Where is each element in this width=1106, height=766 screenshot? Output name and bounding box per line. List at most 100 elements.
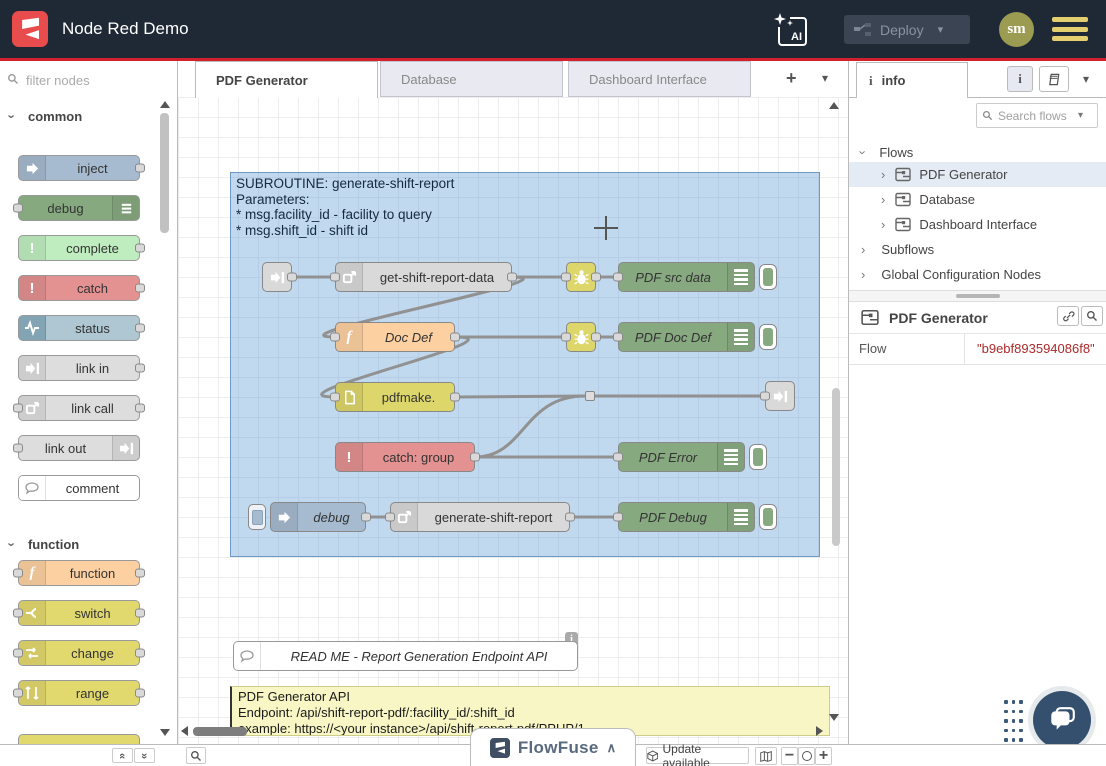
palette-node-comment[interactable]: comment bbox=[18, 475, 140, 501]
output-port[interactable] bbox=[361, 513, 371, 522]
palette-scrollbar-thumb[interactable] bbox=[160, 113, 169, 233]
palette-node-link-out[interactable]: link out bbox=[18, 435, 140, 461]
debug-toggle-button[interactable] bbox=[759, 264, 777, 290]
flow-canvas[interactable]: SUBROUTINE: generate-shift-report Parame… bbox=[178, 97, 848, 744]
palette-node-link-in[interactable]: link in bbox=[18, 355, 140, 381]
input-port[interactable] bbox=[13, 444, 23, 453]
node-generate-shift-report[interactable]: generate-shift-report bbox=[390, 502, 570, 532]
output-port[interactable] bbox=[565, 513, 575, 522]
search-flows-input[interactable] bbox=[996, 108, 1078, 124]
output-port[interactable] bbox=[591, 273, 601, 282]
collapsed-chevron-icon[interactable]: › bbox=[881, 167, 885, 182]
deploy-button[interactable]: Deploy ▾ bbox=[844, 15, 970, 44]
output-port[interactable] bbox=[135, 404, 145, 413]
search-flows-box[interactable]: ▾ bbox=[976, 103, 1098, 128]
tab-dashboard-interface[interactable]: Dashboard Interface bbox=[568, 61, 751, 97]
node-link-out[interactable] bbox=[765, 381, 795, 411]
help-book-button[interactable] bbox=[1039, 66, 1069, 92]
canvas-scroll-down-icon[interactable] bbox=[829, 714, 839, 721]
palette-scroll-up-icon[interactable] bbox=[160, 101, 170, 108]
info-panel-button[interactable]: i bbox=[1007, 66, 1033, 92]
palette-section-common[interactable]: › common bbox=[10, 109, 82, 124]
node-catch-group[interactable]: ! catch: group bbox=[335, 442, 475, 472]
palette-expand-all-button[interactable]: » bbox=[134, 748, 155, 763]
palette-node-debug[interactable]: debug bbox=[18, 195, 140, 221]
find-flow-button[interactable] bbox=[1081, 306, 1103, 326]
input-port[interactable] bbox=[13, 689, 23, 698]
debug-toggle-button[interactable] bbox=[759, 324, 777, 350]
collapsed-chevron-icon[interactable]: › bbox=[861, 267, 865, 282]
copy-link-button[interactable] bbox=[1057, 306, 1079, 326]
canvas-search-button[interactable] bbox=[186, 747, 206, 764]
output-port[interactable] bbox=[135, 364, 145, 373]
tree-item-dashboard-interface[interactable]: › Dashboard Interface bbox=[849, 212, 1106, 237]
input-port[interactable] bbox=[561, 273, 571, 282]
node-pdf-doc-def[interactable]: PDF Doc Def bbox=[618, 322, 755, 352]
canvas-scroll-up-icon[interactable] bbox=[829, 102, 839, 109]
tree-subflows[interactable]: › Subflows bbox=[849, 237, 1106, 262]
output-port[interactable] bbox=[135, 164, 145, 173]
node-get-shift-report-data[interactable]: get-shift-report-data bbox=[335, 262, 512, 292]
output-port[interactable] bbox=[135, 649, 145, 658]
output-port[interactable] bbox=[135, 609, 145, 618]
filter-nodes-input[interactable] bbox=[24, 67, 168, 93]
deploy-caret-icon[interactable]: ▾ bbox=[938, 23, 944, 36]
input-port[interactable] bbox=[613, 333, 623, 342]
input-port[interactable] bbox=[613, 273, 623, 282]
palette-node-clipped[interactable] bbox=[18, 734, 140, 744]
expanded-chevron-icon[interactable]: › bbox=[856, 150, 871, 154]
node-debug-bug-1[interactable] bbox=[566, 262, 596, 292]
palette-node-status[interactable]: status bbox=[18, 315, 140, 341]
input-port[interactable] bbox=[561, 333, 571, 342]
tab-pdf-generator[interactable]: PDF Generator bbox=[195, 61, 378, 98]
node-pdf-error[interactable]: PDF Error bbox=[618, 442, 745, 472]
output-port[interactable] bbox=[450, 393, 460, 402]
tree-global-configuration[interactable]: › Global Configuration Nodes bbox=[849, 262, 1106, 287]
ai-assistant-button[interactable]: AI bbox=[776, 15, 806, 45]
palette-node-change[interactable]: change bbox=[18, 640, 140, 666]
collapsed-chevron-icon[interactable]: › bbox=[861, 242, 865, 257]
output-port[interactable] bbox=[135, 244, 145, 253]
user-avatar[interactable]: sm bbox=[999, 12, 1034, 47]
flowfuse-drawer-button[interactable]: FlowFuse ∧ bbox=[470, 728, 636, 766]
input-port[interactable] bbox=[330, 333, 340, 342]
chat-widget-button[interactable] bbox=[1033, 691, 1091, 749]
sidebar-tabs-caret[interactable]: ▾ bbox=[1083, 72, 1089, 86]
palette-node-link-call[interactable]: link call bbox=[18, 395, 140, 421]
collapsed-chevron-icon[interactable]: › bbox=[881, 217, 885, 232]
update-available-button[interactable]: Update available bbox=[646, 747, 749, 764]
node-doc-def[interactable]: f Doc Def bbox=[335, 322, 455, 352]
palette-node-complete[interactable]: ! complete bbox=[18, 235, 140, 261]
output-port[interactable] bbox=[135, 284, 145, 293]
sidebar-splitter[interactable] bbox=[849, 290, 1106, 302]
debug-toggle-button[interactable] bbox=[749, 444, 767, 470]
palette-collapse-all-button[interactable]: « bbox=[112, 748, 133, 763]
zoom-reset-button[interactable] bbox=[798, 747, 815, 765]
output-port[interactable] bbox=[135, 324, 145, 333]
input-port[interactable] bbox=[13, 569, 23, 578]
tree-item-pdf-generator[interactable]: › PDF Generator bbox=[849, 162, 1106, 187]
tab-database[interactable]: Database bbox=[380, 61, 563, 97]
palette-node-switch[interactable]: switch bbox=[18, 600, 140, 626]
node-inject-debug[interactable]: debug bbox=[270, 502, 366, 532]
input-port[interactable] bbox=[13, 204, 23, 213]
collapsed-chevron-icon[interactable]: › bbox=[881, 192, 885, 207]
input-port[interactable] bbox=[385, 513, 395, 522]
input-port[interactable] bbox=[13, 404, 23, 413]
input-port[interactable] bbox=[613, 453, 623, 462]
node-pdf-debug[interactable]: PDF Debug bbox=[618, 502, 755, 532]
canvas-scroll-right-icon[interactable] bbox=[816, 726, 823, 736]
input-port[interactable] bbox=[13, 609, 23, 618]
zoom-out-button[interactable]: − bbox=[781, 747, 798, 765]
input-port[interactable] bbox=[760, 392, 770, 401]
input-port[interactable] bbox=[613, 513, 623, 522]
canvas-vertical-scrollbar-thumb[interactable] bbox=[832, 388, 840, 546]
node-link-in[interactable] bbox=[262, 262, 292, 292]
wire-junction[interactable] bbox=[585, 391, 595, 401]
input-port[interactable] bbox=[330, 273, 340, 282]
palette-node-catch[interactable]: ! catch bbox=[18, 275, 140, 301]
inject-trigger-button[interactable] bbox=[248, 504, 266, 530]
tree-item-database[interactable]: › Database bbox=[849, 187, 1106, 212]
navigator-map-button[interactable] bbox=[755, 747, 777, 765]
palette-section-function[interactable]: › function bbox=[10, 537, 79, 552]
